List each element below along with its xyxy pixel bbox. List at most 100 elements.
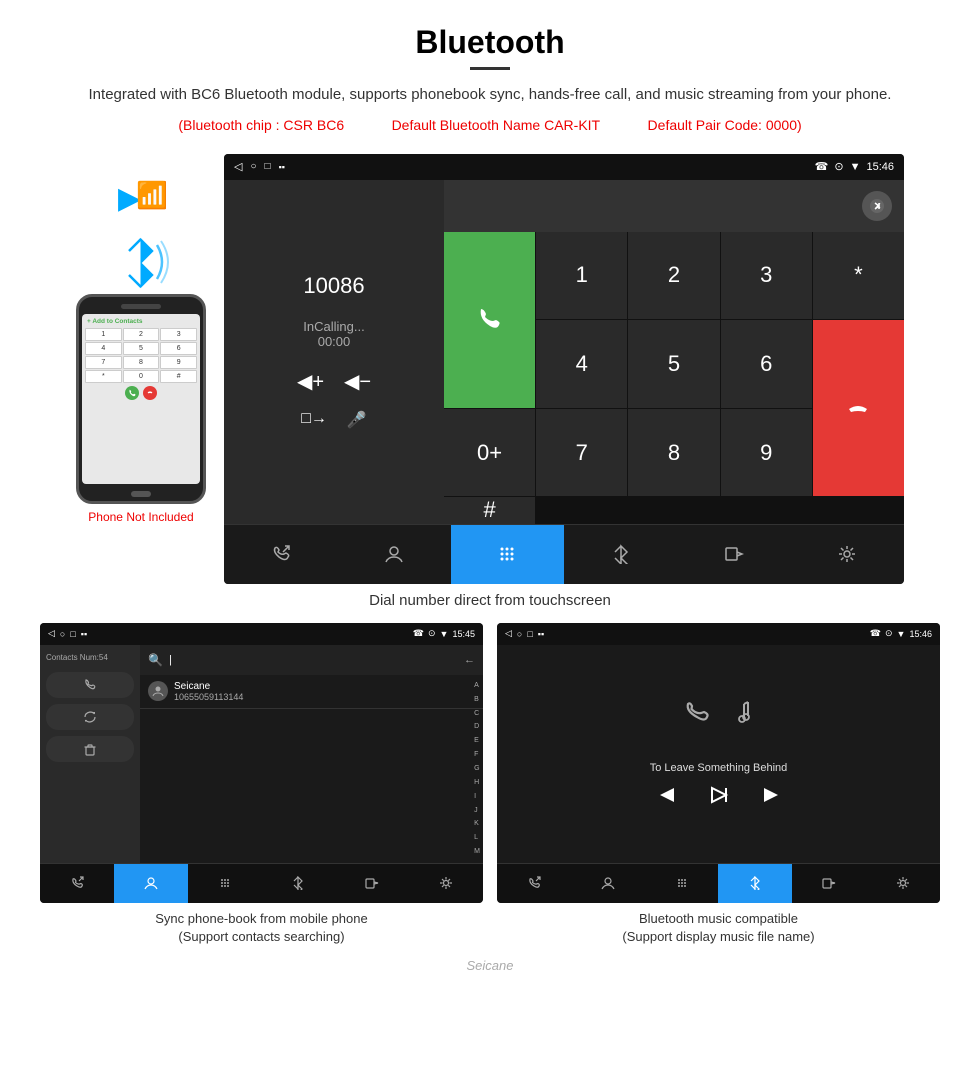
bluetooth-icon-area	[111, 235, 171, 294]
add-contacts-label: + Add to Contacts	[85, 318, 143, 325]
nav-transfer[interactable]	[677, 525, 790, 584]
phone-end-button[interactable]	[143, 386, 157, 400]
pb-nav-contacts[interactable]	[114, 864, 188, 903]
key-8[interactable]: 8	[123, 356, 160, 369]
contact-avatar	[148, 681, 168, 701]
alpha-e: E	[474, 737, 480, 744]
key-5[interactable]: 5	[123, 342, 160, 355]
nav-settings[interactable]	[791, 525, 904, 584]
phone-call-button[interactable]	[125, 386, 139, 400]
pb-loc-icon: ⊙	[428, 628, 436, 639]
music-play-button[interactable]	[708, 784, 730, 812]
svg-text:📶: 📶	[136, 180, 166, 210]
contact-number: 10655059113144	[174, 692, 475, 702]
dial-key-star[interactable]: *	[813, 232, 904, 320]
pb-nav-recent[interactable]	[40, 864, 114, 903]
nav-bluetooth[interactable]	[564, 525, 677, 584]
pb-nav-keypad[interactable]	[188, 864, 262, 903]
music-nav-recent[interactable]	[497, 864, 571, 903]
dial-timer: 00:00	[318, 334, 351, 349]
alpha-i: I	[474, 793, 480, 800]
phone-mockup: ▶ 📶 + Add to Contacts 1	[76, 174, 206, 584]
dial-key-6[interactable]: 6	[721, 320, 812, 408]
nav-keypad[interactable]	[451, 525, 564, 584]
key-hash[interactable]: #	[160, 370, 197, 383]
contacts-count: Contacts Num:54	[46, 653, 134, 662]
dial-caption: Dial number direct from touchscreen	[0, 592, 980, 609]
phone-home-button[interactable]	[131, 491, 151, 497]
home-icon: ○	[250, 161, 256, 172]
dial-key-3[interactable]: 3	[721, 232, 812, 320]
mic-icon[interactable]: 🎤	[347, 410, 367, 430]
music-nav-keypad[interactable]	[645, 864, 719, 903]
alpha-h: H	[474, 779, 480, 786]
dial-status-bar: ◁ ○ □ ▪▪ ☎ ⊙ ▼ 15:46	[224, 154, 904, 180]
music-nav-settings[interactable]	[866, 864, 940, 903]
backspace-button[interactable]: ✕	[862, 191, 892, 221]
pb-nav-transfer[interactable]	[335, 864, 409, 903]
music-next-button[interactable]	[760, 784, 782, 812]
music-caption: Bluetooth music compatible (Support disp…	[497, 910, 940, 946]
phone-call-music-icon	[678, 696, 728, 752]
dial-key-9[interactable]: 9	[721, 409, 812, 497]
key-6[interactable]: 6	[160, 342, 197, 355]
status-right-icons: ☎ ⊙ ▼ 15:46	[815, 160, 894, 173]
contact-name: Seicane	[174, 681, 475, 692]
bottom-screens-row: ◁ ○ □ ▪▪ ☎ ⊙ ▼ 15:45 Contacts Num:54	[0, 623, 980, 946]
dial-key-2[interactable]: 2	[628, 232, 719, 320]
contact-item[interactable]: Seicane 10655059113144	[140, 675, 483, 709]
dial-key-4[interactable]: 4	[536, 320, 627, 408]
pb-nav-bluetooth[interactable]	[261, 864, 335, 903]
dial-key-1[interactable]: 1	[536, 232, 627, 320]
music-loc-icon: ⊙	[885, 628, 893, 639]
watermark: Seicane	[0, 954, 980, 981]
phonebook-nav-bar	[40, 863, 483, 903]
pb-back-icon: ◁	[48, 628, 55, 639]
pb-call-button[interactable]	[46, 672, 134, 698]
wifi-icon: ▼	[850, 161, 861, 173]
key-7[interactable]: 7	[85, 356, 122, 369]
contact-info: Seicane 10655059113144	[174, 681, 475, 702]
dial-key-hash[interactable]: #	[444, 497, 535, 523]
pb-sync-button[interactable]	[46, 704, 134, 730]
music-nav-transfer[interactable]	[792, 864, 866, 903]
music-status-left: ◁ ○ □ ▪▪	[505, 628, 544, 639]
key-2[interactable]: 2	[123, 328, 160, 341]
search-back-icon[interactable]: ←	[464, 654, 475, 666]
music-prev-button[interactable]	[656, 784, 678, 812]
pb-nav-settings[interactable]	[409, 864, 483, 903]
pb-delete-button[interactable]	[46, 736, 134, 762]
music-nav-bar	[497, 863, 940, 903]
dial-key-5[interactable]: 5	[628, 320, 719, 408]
alpha-f: F	[474, 751, 480, 758]
key-1[interactable]: 1	[85, 328, 122, 341]
notification-icons: ▪▪	[279, 162, 285, 172]
music-nav-bluetooth[interactable]	[718, 864, 792, 903]
music-status-right: ☎ ⊙ ▼ 15:46	[870, 628, 932, 639]
music-back-icon: ◁	[505, 628, 512, 639]
time-display: 15:46	[866, 161, 894, 173]
music-nav-contacts[interactable]	[571, 864, 645, 903]
key-3[interactable]: 3	[160, 328, 197, 341]
dial-key-0plus[interactable]: 0+	[444, 409, 535, 497]
dial-right-panel: ✕ 1 2 3 * 4 5 6	[444, 180, 904, 524]
svg-text:✕: ✕	[874, 201, 882, 211]
vol-up-icon[interactable]: ◀+	[297, 369, 324, 394]
dial-call-button[interactable]	[444, 232, 535, 408]
key-star[interactable]: *	[85, 370, 122, 383]
music-wifi-icon: ▼	[897, 629, 906, 639]
key-4[interactable]: 4	[85, 342, 122, 355]
vol-down-icon[interactable]: ◀−	[344, 369, 371, 394]
phonebook-content: Contacts Num:54 🔍 |	[40, 645, 483, 863]
key-0[interactable]: 0	[123, 370, 160, 383]
dial-key-7[interactable]: 7	[536, 409, 627, 497]
dial-end-button[interactable]	[813, 320, 904, 496]
nav-contacts[interactable]	[337, 525, 450, 584]
key-9[interactable]: 9	[160, 356, 197, 369]
nav-recent-calls[interactable]	[224, 525, 337, 584]
pb-notif: ▪▪	[81, 629, 87, 639]
search-bar: 🔍 | ←	[140, 645, 483, 675]
transfer-icon[interactable]: □→	[301, 410, 327, 430]
phonebook-left-panel: Contacts Num:54	[40, 645, 140, 863]
dial-key-8[interactable]: 8	[628, 409, 719, 497]
